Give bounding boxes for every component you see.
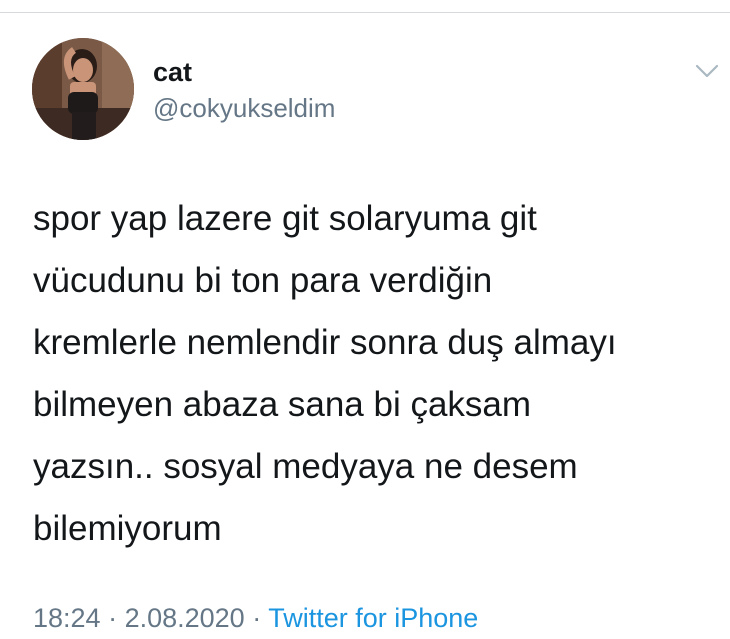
tweet-text-line: bilmeyen abaza sana bi çaksam: [33, 385, 532, 424]
tweet-date[interactable]: 2.08.2020: [125, 603, 245, 633]
tweet-source-link[interactable]: Twitter for iPhone: [268, 603, 478, 633]
tweet-time[interactable]: 18:24: [33, 603, 101, 633]
author-handle[interactable]: @cokyukseldim: [153, 92, 335, 124]
tweet-text-line: bilemiyorum: [33, 509, 222, 548]
chevron-down-icon: [695, 64, 719, 78]
avatar-photo: [32, 38, 134, 140]
tweet-text: spor yap lazere git solaryuma git vücudu…: [33, 188, 723, 560]
tweet-text-line: vücudunu bi ton para verdiğin: [33, 261, 493, 300]
tweet-card: cat @cokyukseldim spor yap lazere git so…: [0, 0, 730, 639]
tweet-text-line: yazsın.. sosyal medyaya ne desem: [33, 447, 578, 486]
tweet-text-line: kremlerle nemlendir sonra duş almayı: [33, 323, 617, 362]
tweet-text-line: spor yap lazere git solaryuma git: [33, 199, 537, 238]
tweet-meta: 18:24 · 2.08.2020 · Twitter for iPhone: [33, 601, 478, 635]
top-divider: [0, 12, 730, 13]
meta-separator: ·: [244, 603, 269, 633]
avatar[interactable]: [32, 38, 134, 140]
author-name[interactable]: cat: [153, 56, 192, 88]
tweet-menu-button[interactable]: [692, 60, 722, 82]
meta-separator: ·: [100, 603, 125, 633]
